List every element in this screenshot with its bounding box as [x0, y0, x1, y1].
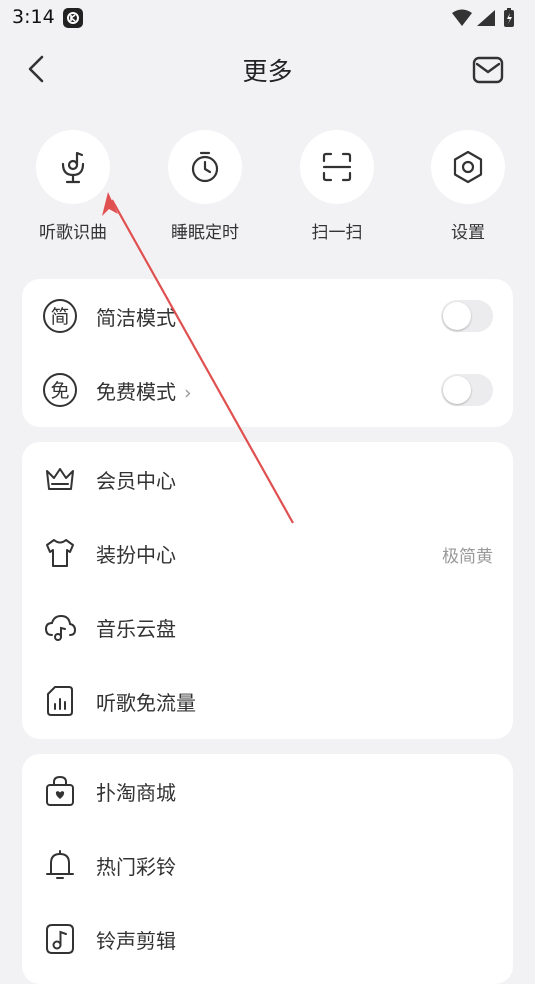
- page-title: 更多: [242, 57, 293, 86]
- status-indicators: [451, 7, 521, 33]
- free-data-label: 听歌免流量: [96, 691, 196, 715]
- chevron-right-icon: ›: [184, 382, 192, 404]
- member-center-row[interactable]: 会员中心: [22, 442, 513, 516]
- mail-icon: [472, 56, 504, 84]
- simple-mode-row: 简 简洁模式: [22, 279, 513, 353]
- dress-center-label: 装扮中心: [96, 543, 176, 567]
- simple-mode-label: 简洁模式: [96, 306, 176, 330]
- free-data-row[interactable]: 听歌免流量: [22, 664, 513, 738]
- kuwo-app-icon: [62, 7, 84, 33]
- dress-center-value: 极简黄: [442, 547, 493, 567]
- cloud-music-icon: [42, 609, 78, 645]
- wifi-icon: [452, 9, 472, 26]
- crown-icon: [42, 461, 78, 497]
- quick-action-circle: [300, 130, 374, 204]
- quick-action-sleep-timer[interactable]: 睡眠定时: [155, 130, 255, 243]
- status-time: 3:14: [12, 6, 55, 28]
- free-mode-icon-char: 免: [50, 380, 69, 402]
- quick-action-circle: [36, 130, 110, 204]
- shop-card: 扑淘商城 热门彩铃 铃声剪辑: [22, 754, 513, 984]
- microphone-music-icon: [61, 151, 85, 184]
- quick-action-scan[interactable]: 扫一扫: [287, 130, 387, 243]
- free-mode-icon: 免: [42, 372, 78, 408]
- ringtone-label: 热门彩铃: [96, 855, 176, 879]
- quick-action-circle: [168, 130, 242, 204]
- data-sim-icon: [42, 683, 78, 719]
- free-mode-label: 免费模式: [96, 380, 176, 404]
- toggle-knob: [443, 302, 471, 330]
- quick-action-settings[interactable]: 设置: [418, 130, 518, 243]
- ringtone-row[interactable]: 热门彩铃: [22, 828, 513, 902]
- simple-mode-icon-char: 简: [50, 306, 69, 328]
- quick-action-song-recognition[interactable]: 听歌识曲: [23, 130, 123, 243]
- mode-card: 简 简洁模式 免 免费模式 ›: [22, 279, 513, 427]
- quick-action-label: 睡眠定时: [171, 223, 239, 243]
- quick-action-label: 听歌识曲: [39, 223, 107, 243]
- member-center-label: 会员中心: [96, 469, 176, 493]
- quick-action-label: 设置: [451, 223, 485, 243]
- cloud-disk-label: 音乐云盘: [96, 617, 176, 641]
- scan-icon: [322, 152, 352, 182]
- ringtone-edit-row[interactable]: 铃声剪辑: [22, 902, 513, 976]
- shopping-bag-icon: [42, 773, 78, 809]
- signal-icon: [477, 10, 495, 26]
- quick-action-label: 扫一扫: [311, 223, 363, 243]
- quick-action-circle: [431, 130, 505, 204]
- member-card: 会员中心 装扮中心 极简黄 音乐云盘 听歌免流量: [22, 442, 513, 739]
- bell-icon: [42, 847, 78, 883]
- free-mode-toggle[interactable]: [441, 374, 493, 406]
- shop-mall-row[interactable]: 扑淘商城: [22, 754, 513, 828]
- header: 更多: [0, 36, 535, 106]
- mail-button[interactable]: [471, 53, 505, 87]
- dress-center-row[interactable]: 装扮中心 极简黄: [22, 516, 513, 590]
- tshirt-icon: [42, 535, 78, 571]
- status-bar: 3:14: [0, 0, 535, 36]
- settings-hexagon-icon: [453, 150, 483, 184]
- cloud-disk-row[interactable]: 音乐云盘: [22, 590, 513, 664]
- simple-mode-toggle[interactable]: [441, 300, 493, 332]
- ringtone-edit-label: 铃声剪辑: [96, 929, 176, 953]
- shop-mall-label: 扑淘商城: [96, 781, 176, 805]
- music-note-icon: [42, 921, 78, 957]
- simple-mode-icon: 简: [42, 298, 78, 334]
- timer-icon: [191, 151, 219, 183]
- free-mode-label-group: 免费模式 ›: [96, 376, 192, 405]
- toggle-knob: [443, 376, 471, 404]
- free-mode-row[interactable]: 免 免费模式 ›: [22, 353, 513, 427]
